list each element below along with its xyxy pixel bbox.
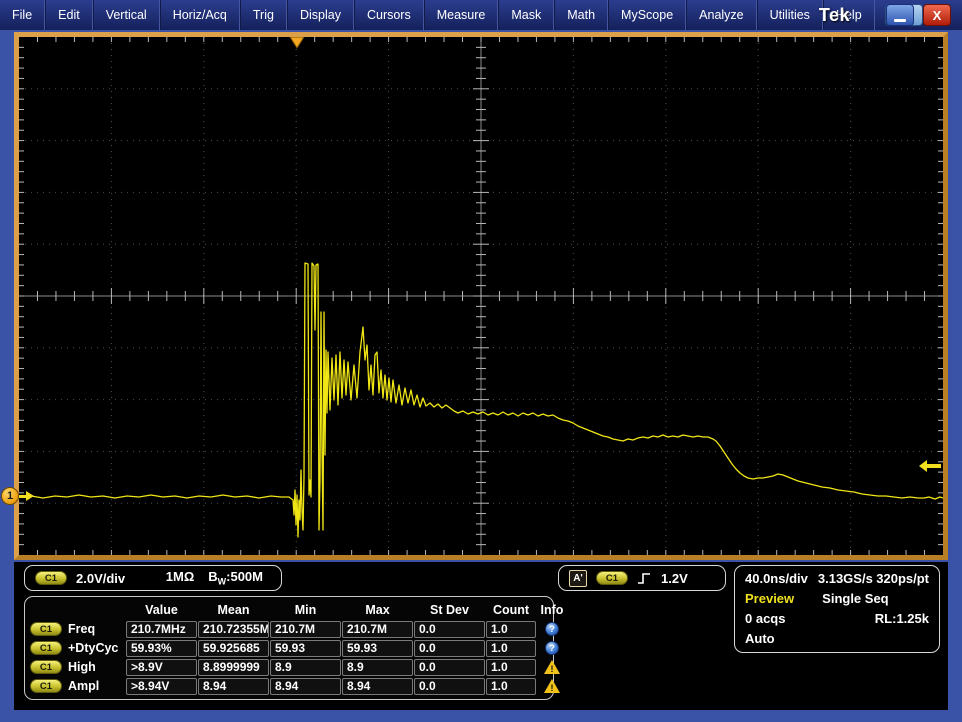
table-row-dtycyc: C1 +DtyCyc 59.93% 59.925685 59.93 59.93 … bbox=[30, 639, 548, 657]
vertical-scale: 2.0V/div bbox=[76, 571, 125, 586]
trigger-channel-badge: C1 bbox=[596, 571, 628, 585]
menu-measure[interactable]: Measure bbox=[424, 0, 499, 30]
menu-file[interactable]: File bbox=[0, 0, 45, 30]
table-row-ampl: C1 Ampl >8.94V 8.94 8.94 8.94 0.0 1.0 ! bbox=[30, 677, 548, 695]
acq-mode: Preview bbox=[745, 591, 794, 606]
warning-icon[interactable]: ! bbox=[544, 679, 560, 693]
bandwidth: BW:500M bbox=[208, 569, 263, 587]
trigger-source-badge: A' bbox=[569, 570, 587, 587]
warning-icon[interactable]: ! bbox=[544, 660, 560, 674]
channel-badge: C1 bbox=[35, 571, 67, 585]
close-button[interactable]: X bbox=[923, 4, 951, 26]
channel-badge: C1 bbox=[30, 679, 62, 693]
run-mode: Single Seq bbox=[822, 591, 888, 606]
minimize-button[interactable] bbox=[886, 4, 914, 26]
acq-count: 0 acqs bbox=[745, 611, 785, 626]
resolution: 320ps/pt bbox=[876, 571, 929, 586]
trigger-mode: Auto bbox=[745, 631, 775, 646]
input-settings: 1MΩ BW:500M bbox=[166, 569, 271, 587]
sample-rate: 3.13GS/s bbox=[818, 571, 873, 586]
menu-edit[interactable]: Edit bbox=[45, 0, 93, 30]
timebase: 40.0ns/div bbox=[745, 571, 808, 586]
channel-badge: C1 bbox=[30, 660, 62, 674]
oscilloscope-app: File Edit Vertical Horiz/Acq Trig Displa… bbox=[0, 0, 962, 722]
menu-mask[interactable]: Mask bbox=[498, 0, 554, 30]
status-panel: C1 2.0V/div 1MΩ BW:500M A' C1 1.2V 40.0n… bbox=[14, 562, 948, 710]
channel-1-marker[interactable]: 1 bbox=[1, 487, 34, 505]
menu-horiz-acq[interactable]: Horiz/Acq bbox=[160, 0, 240, 30]
menu-vertical[interactable]: Vertical bbox=[93, 0, 160, 30]
graticule bbox=[19, 37, 943, 555]
menu-math[interactable]: Math bbox=[554, 0, 608, 30]
channel-badge: C1 bbox=[30, 622, 62, 636]
waveform-display bbox=[14, 32, 948, 560]
acquisition-readout[interactable]: 40.0ns/div 3.13GS/s 320ps/pt Preview Sin… bbox=[734, 565, 940, 653]
trigger-level: 1.2V bbox=[661, 571, 688, 586]
trigger-readout[interactable]: A' C1 1.2V bbox=[558, 565, 726, 591]
menu-display[interactable]: Display bbox=[287, 0, 354, 30]
channel-arrow-icon bbox=[19, 495, 26, 498]
menu-cursors[interactable]: Cursors bbox=[354, 0, 424, 30]
impedance: 1MΩ bbox=[166, 569, 194, 584]
menu-utilities[interactable]: Utilities bbox=[757, 0, 823, 30]
menu-bar: File Edit Vertical Horiz/Acq Trig Displa… bbox=[0, 0, 962, 30]
vertical-readout[interactable]: C1 2.0V/div 1MΩ BW:500M bbox=[24, 565, 282, 591]
table-row-freq: C1 Freq 210.7MHz 210.72355M 210.7M 210.7… bbox=[30, 620, 548, 638]
channel-badge: C1 bbox=[30, 641, 62, 655]
channel-1-badge: 1 bbox=[1, 487, 19, 505]
question-icon[interactable]: ? bbox=[545, 622, 559, 636]
measurement-header: Value Mean Min Max St Dev Count Info bbox=[30, 600, 548, 619]
menu-analyze[interactable]: Analyze bbox=[686, 0, 756, 30]
tek-logo: Tek bbox=[819, 5, 850, 26]
menu-trig[interactable]: Trig bbox=[240, 0, 287, 30]
question-icon[interactable]: ? bbox=[545, 641, 559, 655]
record-length: RL:1.25k bbox=[875, 611, 929, 626]
close-icon: X bbox=[933, 8, 942, 23]
measurement-table[interactable]: Value Mean Min Max St Dev Count Info C1 … bbox=[24, 596, 554, 700]
rising-edge-icon bbox=[637, 571, 652, 586]
menu-myscope[interactable]: MyScope bbox=[608, 0, 686, 30]
channel-arrow-tip-icon bbox=[26, 491, 34, 501]
table-row-high: C1 High >8.9V 8.8999999 8.9 8.9 0.0 1.0 … bbox=[30, 658, 548, 676]
minimize-icon bbox=[894, 19, 906, 22]
